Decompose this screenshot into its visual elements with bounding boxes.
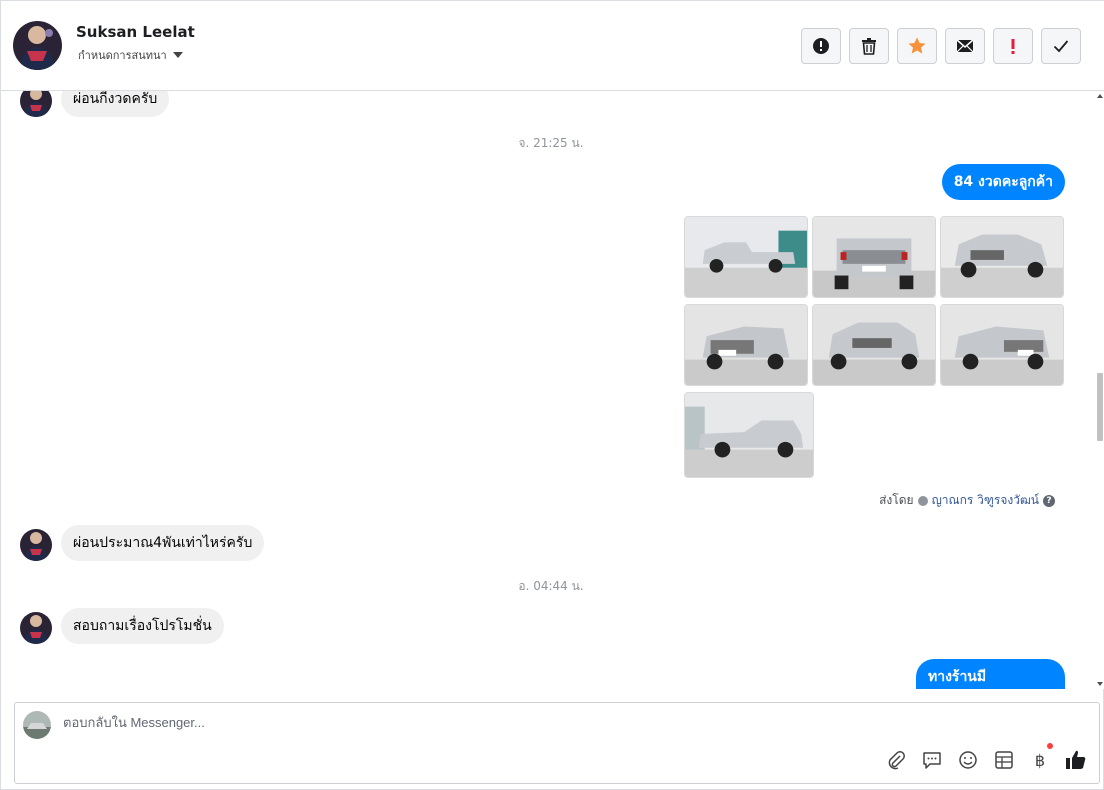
message-bubble-incoming[interactable]: ผ่อนประมาณ4พันเท่าไหร่ครับ (61, 525, 265, 561)
thread-scrollbar[interactable] (1095, 91, 1104, 689)
messenger-conversation-panel: Suksan Leelat กำหนดการสนทนา ผ่อนกี่งวดคร… (0, 0, 1104, 790)
conversation-settings-label: กำหนดการสนทนา (78, 49, 167, 62)
verified-icon (917, 495, 928, 506)
sender-avatar[interactable] (20, 529, 52, 561)
scroll-down-icon[interactable] (1097, 682, 1103, 686)
conversation-settings-dropdown[interactable]: กำหนดการสนทนา (78, 46, 183, 64)
sent-by-label: ส่งโดย (879, 493, 914, 507)
help-icon[interactable]: ? (1043, 494, 1055, 507)
smiley-icon (959, 751, 977, 769)
page-avatar (23, 711, 51, 739)
message-thread[interactable]: ผ่อนกี่งวดครับ จ. 21:25 น. 84 งวดคะลูกค้… (1, 91, 1095, 689)
message-bubble-incoming[interactable]: ผ่อนกี่งวดครับ (61, 91, 170, 117)
emoji-button[interactable] (957, 749, 979, 771)
done-button[interactable] (1041, 28, 1081, 64)
check-icon (1053, 40, 1069, 53)
car-photo[interactable] (684, 304, 808, 386)
composer-toolbar: ฿ (885, 743, 1087, 771)
scrollbar-thumb[interactable] (1097, 373, 1103, 441)
message-bubble-incoming[interactable]: สอบถามเรื่องโปรโมชั่น (61, 608, 224, 644)
baht-icon: ฿ (1034, 750, 1046, 770)
envelope-icon (956, 39, 974, 53)
payment-button[interactable]: ฿ (1029, 743, 1053, 771)
car-photo[interactable] (812, 216, 936, 298)
reply-input[interactable] (63, 715, 763, 730)
chat-bubble-icon (923, 752, 941, 769)
star-icon (908, 37, 926, 54)
contact-name[interactable]: Suksan Leelat (76, 23, 195, 41)
caret-down-icon (172, 52, 183, 58)
alert-circle-icon (813, 38, 829, 54)
trash-icon (862, 38, 876, 55)
spam-button[interactable] (801, 28, 841, 64)
thumbs-up-icon (1066, 750, 1086, 769)
car-photo[interactable] (940, 304, 1064, 386)
saved-replies-button[interactable] (921, 749, 943, 771)
like-button[interactable] (1065, 749, 1087, 771)
sender-avatar[interactable] (20, 91, 52, 117)
delete-button[interactable] (849, 28, 889, 64)
notification-dot (1047, 743, 1053, 749)
car-photo[interactable] (684, 216, 808, 298)
attach-file-button[interactable] (885, 749, 907, 771)
scroll-up-icon[interactable] (1097, 94, 1103, 98)
timestamp: อ. 04:44 น. (518, 579, 584, 593)
sender-avatar[interactable] (20, 612, 52, 644)
conversation-header: Suksan Leelat กำหนดการสนทนา (1, 1, 1104, 91)
sent-by-info: ส่งโดย ญาณกร วิฑูรจงวัฒน์ ? (879, 491, 1055, 510)
car-photo[interactable] (684, 392, 814, 478)
paperclip-icon (888, 751, 905, 770)
message-bubble-outgoing[interactable]: 84 งวดคะลูกค้า (941, 164, 1065, 200)
exclamation-icon (1011, 39, 1015, 54)
reply-composer: ฿ (14, 702, 1100, 784)
sent-by-name[interactable]: ญาณกร วิฑูรจงวัฒน์ (932, 491, 1039, 510)
table-icon (995, 751, 1013, 769)
conversation-actions (801, 28, 1081, 64)
star-button[interactable] (897, 28, 937, 64)
order-form-button[interactable] (993, 749, 1015, 771)
car-photo[interactable] (812, 304, 936, 386)
contact-avatar[interactable] (13, 21, 62, 70)
timestamp: จ. 21:25 น. (518, 136, 584, 150)
car-photo[interactable] (940, 216, 1064, 298)
message-bubble-outgoing[interactable]: ทางร้านมี (916, 659, 1065, 689)
follow-up-button[interactable] (993, 28, 1033, 64)
mark-unread-button[interactable] (945, 28, 985, 64)
